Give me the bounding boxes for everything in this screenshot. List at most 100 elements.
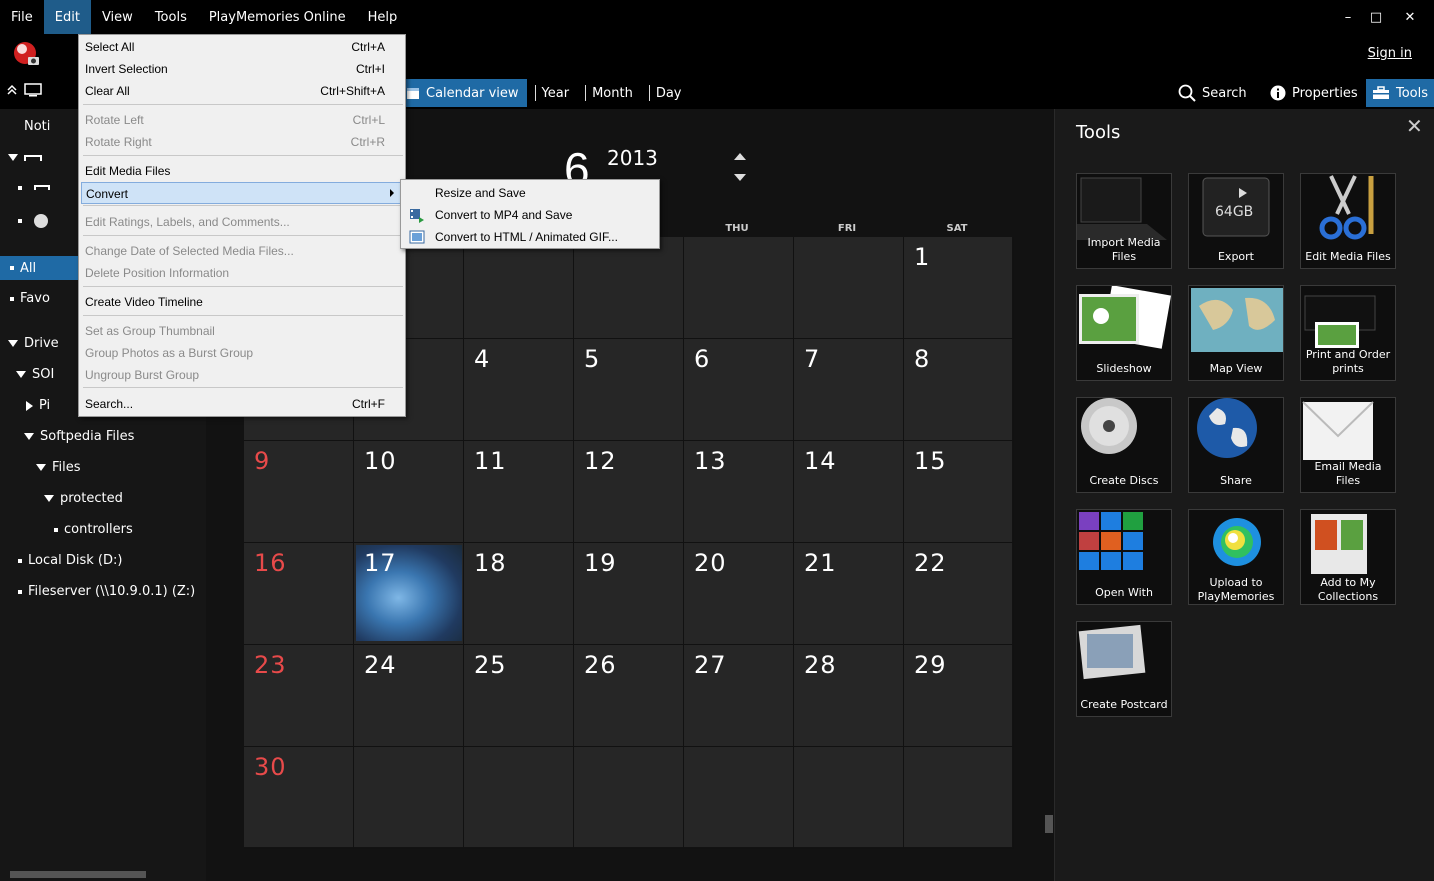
calendar-cell[interactable]: 23 xyxy=(244,645,354,747)
tool-slideshow[interactable]: Slideshow xyxy=(1076,285,1172,381)
search-button[interactable]: Search xyxy=(1172,79,1253,107)
sidebar-item-favorites[interactable]: Favo xyxy=(10,291,50,306)
calendar-cell[interactable]: 14 xyxy=(794,441,904,543)
sidebar-item-softpedia-files[interactable]: Softpedia Files xyxy=(24,429,134,444)
calendar-cell[interactable] xyxy=(904,747,1014,849)
edit-menu-item[interactable]: Create Video Timeline xyxy=(81,291,403,313)
sign-in-link[interactable]: Sign in xyxy=(1368,46,1412,61)
tool-edit-media-files[interactable]: Edit Media Files xyxy=(1300,173,1396,269)
calendar-cell[interactable]: 21 xyxy=(794,543,904,645)
menu-tools[interactable]: Tools xyxy=(144,0,198,34)
calendar-cell[interactable]: 5 xyxy=(574,339,684,441)
sidebar-item-local-disk[interactable]: Local Disk (D:) xyxy=(18,553,122,568)
sidebar-item-fileserver[interactable]: Fileserver (\\10.9.0.1) (Z:) xyxy=(18,584,195,599)
calendar-scrollbar[interactable] xyxy=(1045,815,1053,833)
tool-create-discs[interactable]: Create Discs xyxy=(1076,397,1172,493)
maximize-button[interactable]: □ xyxy=(1362,0,1390,34)
calendar-cell[interactable]: 11 xyxy=(464,441,574,543)
tool-map-view[interactable]: Map View xyxy=(1188,285,1284,381)
minimize-button[interactable]: – xyxy=(1334,0,1362,34)
calendar-cell[interactable]: 4 xyxy=(464,339,574,441)
menu-file[interactable]: File xyxy=(0,0,44,34)
calendar-cell[interactable] xyxy=(684,747,794,849)
menu-edit[interactable]: Edit xyxy=(43,0,91,34)
edit-menu-item[interactable]: Invert Selection Ctrl+I xyxy=(81,58,403,80)
submenu-convert-to-mp4[interactable]: Convert to MP4 and Save xyxy=(403,204,657,226)
tab-year[interactable]: Year xyxy=(527,79,578,107)
submenu-resize-and-save[interactable]: Resize and Save xyxy=(403,182,657,204)
tool-create-postcard[interactable]: Create Postcard xyxy=(1076,621,1172,717)
submenu-convert-to-html-gif[interactable]: Convert to HTML / Animated GIF... xyxy=(403,226,657,248)
close-window-button[interactable]: ✕ xyxy=(1396,0,1424,34)
calendar-cell[interactable]: 20 xyxy=(684,543,794,645)
calendar-cell[interactable]: 1 xyxy=(904,237,1014,339)
calendar-cell[interactable]: 30 xyxy=(244,747,354,849)
calendar-cell[interactable]: 19 xyxy=(574,543,684,645)
device-subitem[interactable] xyxy=(18,185,50,190)
menu-playmemories-online[interactable]: PlayMemories Online xyxy=(198,0,357,34)
sidebar-item-controllers[interactable]: controllers xyxy=(54,522,133,537)
calendar-cell[interactable]: 22 xyxy=(904,543,1014,645)
expand-icon[interactable] xyxy=(44,495,54,502)
calendar-cell[interactable]: 15 xyxy=(904,441,1014,543)
calendar-cell[interactable]: 29 xyxy=(904,645,1014,747)
calendar-cell[interactable]: 25 xyxy=(464,645,574,747)
sidebar-item-files[interactable]: Files xyxy=(36,460,81,475)
calendar-cell[interactable] xyxy=(684,237,794,339)
calendar-cell[interactable]: 26 xyxy=(574,645,684,747)
calendar-cell[interactable]: 8 xyxy=(904,339,1014,441)
tool-share[interactable]: Share xyxy=(1188,397,1284,493)
expand-icon[interactable] xyxy=(36,464,46,471)
tool-import-media-files[interactable]: Import Media Files xyxy=(1076,173,1172,269)
calendar-cell[interactable] xyxy=(464,237,574,339)
calendar-cell[interactable]: 10 xyxy=(354,441,464,543)
properties-button[interactable]: Properties xyxy=(1264,79,1364,107)
edit-menu-item[interactable]: Convert xyxy=(81,182,403,204)
calendar-cell[interactable]: 12 xyxy=(574,441,684,543)
tools-button[interactable]: Tools xyxy=(1366,79,1434,107)
calendar-cell[interactable] xyxy=(354,747,464,849)
calendar-cell[interactable]: 16 xyxy=(244,543,354,645)
tab-calendar-view[interactable]: Calendar view xyxy=(402,79,527,107)
expand-icon[interactable] xyxy=(8,340,18,347)
disc-item[interactable] xyxy=(18,214,48,228)
expand-icon[interactable] xyxy=(16,371,26,378)
sidebar-item-pictures[interactable]: Pi xyxy=(26,398,50,413)
sidebar-item-protected[interactable]: protected xyxy=(44,491,123,506)
tool-print-and-order-prints[interactable]: Print and Order prints xyxy=(1300,285,1396,381)
edit-menu-item[interactable]: Select All Ctrl+A xyxy=(81,36,403,58)
tool-open-with[interactable]: Open With xyxy=(1076,509,1172,605)
collapse-up-icon[interactable] xyxy=(6,84,18,96)
calendar-cell[interactable] xyxy=(464,747,574,849)
calendar-cell[interactable]: 27 xyxy=(684,645,794,747)
menu-view[interactable]: View xyxy=(91,0,144,34)
sidebar-item-sony[interactable]: SOI xyxy=(16,367,54,382)
edit-menu-item[interactable]: Clear All Ctrl+Shift+A xyxy=(81,80,403,102)
edit-menu-item[interactable]: Edit Media Files xyxy=(81,160,403,182)
month-stepper-icon[interactable] xyxy=(733,152,747,182)
calendar-cell[interactable] xyxy=(794,747,904,849)
menu-help[interactable]: Help xyxy=(357,0,409,34)
notifications-item[interactable]: Noti xyxy=(24,119,50,134)
left-panel-scrollbar[interactable] xyxy=(10,871,146,878)
edit-menu-item[interactable]: Search... Ctrl+F xyxy=(81,393,403,415)
expand-icon[interactable] xyxy=(24,433,34,440)
calendar-cell[interactable]: 7 xyxy=(794,339,904,441)
calendar-cell[interactable]: 18 xyxy=(464,543,574,645)
calendar-cell[interactable] xyxy=(574,237,684,339)
sidebar-item-drives[interactable]: Drive xyxy=(8,336,59,351)
tools-panel-close-button[interactable]: ✕ xyxy=(1406,114,1423,138)
tool-upload-to-playmemories[interactable]: Upload to PlayMemories xyxy=(1188,509,1284,605)
calendar-cell[interactable]: 17 xyxy=(354,543,464,645)
expand-icon[interactable] xyxy=(8,154,18,161)
calendar-cell[interactable]: 13 xyxy=(684,441,794,543)
calendar-cell[interactable] xyxy=(794,237,904,339)
tool-export[interactable]: 64GB Export xyxy=(1188,173,1284,269)
tool-email-media-files[interactable]: Email Media Files xyxy=(1300,397,1396,493)
calendar-cell[interactable]: 24 xyxy=(354,645,464,747)
monitor-icon[interactable] xyxy=(24,83,42,97)
tool-add-to-my-collections[interactable]: Add to My Collections xyxy=(1300,509,1396,605)
tab-day[interactable]: Day xyxy=(641,79,690,107)
calendar-cell[interactable]: 6 xyxy=(684,339,794,441)
calendar-cell[interactable]: 28 xyxy=(794,645,904,747)
